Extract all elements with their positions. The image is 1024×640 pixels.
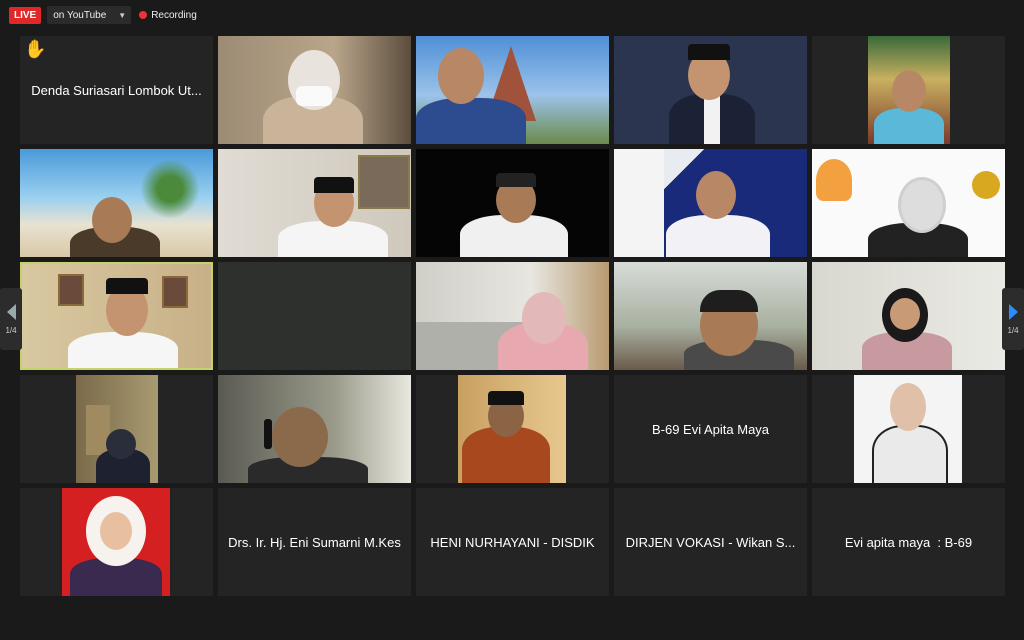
participant-tile[interactable] xyxy=(218,375,411,483)
chevron-left-icon xyxy=(6,303,16,320)
participant-video xyxy=(416,262,609,370)
participant-name: DIRJEN VOKASI - Wikan S... xyxy=(625,534,796,550)
participant-video xyxy=(218,262,411,370)
participant-name: B-69 Evi Apita Maya xyxy=(651,421,770,437)
participant-tile[interactable] xyxy=(218,36,411,144)
active-speaker-tile[interactable] xyxy=(20,262,213,370)
participant-video xyxy=(62,488,170,596)
participant-tile[interactable]: B-69 Evi Apita Maya xyxy=(614,375,807,483)
chevron-down-icon: ▼ xyxy=(118,10,127,20)
participant-tile[interactable] xyxy=(416,149,609,257)
participant-tile[interactable] xyxy=(218,262,411,370)
participant-tile[interactable] xyxy=(218,149,411,257)
page-indicator: 1/4 xyxy=(1007,325,1019,335)
recording-indicator[interactable]: Recording xyxy=(139,10,197,21)
participant-tile[interactable] xyxy=(812,36,1005,144)
participant-tile[interactable]: ✋ Denda Suriasari Lombok Ut... xyxy=(20,36,213,144)
participant-video xyxy=(458,375,566,483)
gallery-grid: ✋ Denda Suriasari Lombok Ut... B-69 Evi … xyxy=(20,36,1005,596)
participant-video xyxy=(854,375,962,483)
chevron-right-icon xyxy=(1008,303,1018,320)
participant-tile[interactable]: Drs. Ir. Hj. Eni Sumarni M.Kes xyxy=(218,488,411,596)
meeting-topbar: LIVE on YouTube ▼ Recording xyxy=(9,5,197,25)
participant-tile[interactable]: HENI NURHAYANI - DISDIK xyxy=(416,488,609,596)
raised-hand-icon: ✋ xyxy=(24,39,47,59)
participant-video xyxy=(812,262,1005,370)
participant-video xyxy=(868,36,950,144)
participant-video xyxy=(416,36,609,144)
participant-tile[interactable]: DIRJEN VOKASI - Wikan S... xyxy=(614,488,807,596)
participant-tile[interactable] xyxy=(20,488,213,596)
participant-video xyxy=(20,149,213,257)
participant-tile[interactable] xyxy=(416,375,609,483)
participant-tile[interactable] xyxy=(20,149,213,257)
participant-tile[interactable]: Evi apita maya : B-69 xyxy=(812,488,1005,596)
participant-video xyxy=(22,264,211,368)
record-dot-icon xyxy=(139,11,148,19)
participant-name: Drs. Ir. Hj. Eni Sumarni M.Kes xyxy=(228,534,401,550)
participant-tile[interactable] xyxy=(614,149,807,257)
participant-tile[interactable] xyxy=(20,375,213,483)
page-indicator: 1/4 xyxy=(5,325,17,335)
participant-video xyxy=(218,36,411,144)
participant-tile[interactable] xyxy=(812,149,1005,257)
participant-tile[interactable] xyxy=(614,36,807,144)
next-page-button[interactable]: 1/4 xyxy=(1002,288,1024,350)
participant-video xyxy=(76,375,158,483)
participant-video xyxy=(218,375,411,483)
stream-target-dropdown[interactable]: on YouTube ▼ xyxy=(47,6,132,24)
participant-name: HENI NURHAYANI - DISDIK xyxy=(430,534,595,550)
participant-video xyxy=(614,36,807,144)
participant-video xyxy=(614,149,807,257)
participant-video xyxy=(812,149,1005,257)
participant-tile[interactable] xyxy=(614,262,807,370)
previous-page-button[interactable]: 1/4 xyxy=(0,288,22,350)
participant-name: Evi apita maya : B-69 xyxy=(844,534,973,550)
participant-video xyxy=(416,149,609,257)
participant-video xyxy=(614,262,807,370)
participant-name: Denda Suriasari Lombok Ut... xyxy=(31,82,202,98)
stream-target-label: on YouTube xyxy=(53,9,107,21)
recording-label: Recording xyxy=(151,9,197,21)
participant-tile[interactable] xyxy=(812,262,1005,370)
participant-video xyxy=(218,149,411,257)
live-badge[interactable]: LIVE xyxy=(9,6,42,24)
participant-tile[interactable] xyxy=(416,36,609,144)
participant-tile[interactable] xyxy=(416,262,609,370)
participant-tile[interactable] xyxy=(812,375,1005,483)
